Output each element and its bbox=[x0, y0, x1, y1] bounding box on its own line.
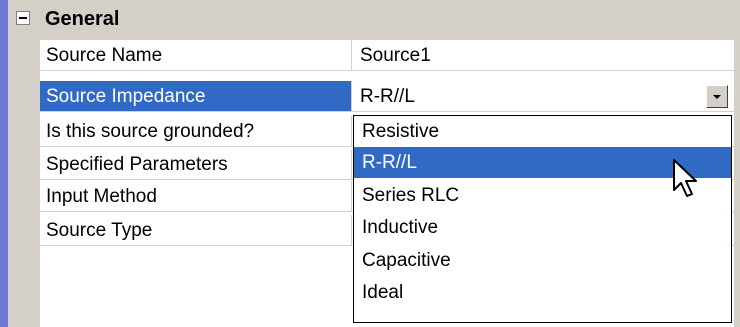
property-name[interactable]: Source Name bbox=[40, 40, 352, 71]
category-header-general[interactable]: General bbox=[8, 0, 734, 40]
dropdown-option-resistive[interactable]: Resistive bbox=[354, 116, 731, 147]
dropdown-option-capacitive[interactable]: Capacitive bbox=[354, 245, 731, 276]
grid-right-border bbox=[734, 0, 740, 327]
dropdown-option-inductive[interactable]: Inductive bbox=[354, 212, 731, 243]
impedance-dropdown-list[interactable]: Resistive R-R//L Series RLC Inductive Ca… bbox=[353, 115, 732, 323]
property-name[interactable]: Is this source grounded? bbox=[40, 116, 352, 147]
dropdown-option-ideal[interactable]: Ideal bbox=[354, 277, 731, 308]
property-name[interactable]: Source Impedance bbox=[40, 81, 352, 112]
property-name[interactable]: Input Method bbox=[40, 181, 352, 212]
property-row-source-name[interactable]: Source Name Source1 bbox=[40, 40, 734, 71]
property-name[interactable]: Source Type bbox=[40, 215, 352, 246]
grid-gutter bbox=[8, 0, 40, 327]
category-label: General bbox=[45, 8, 120, 30]
mouse-pointer-icon bbox=[673, 159, 697, 197]
chevron-down-icon[interactable] bbox=[706, 85, 728, 108]
minus-box-icon[interactable] bbox=[16, 11, 30, 25]
property-value[interactable]: Source1 bbox=[352, 40, 734, 71]
property-value: R-R//L bbox=[360, 86, 415, 107]
window-edge bbox=[0, 0, 8, 327]
property-value-combobox[interactable]: R-R//L bbox=[352, 81, 734, 112]
property-name[interactable]: Specified Parameters bbox=[40, 149, 352, 180]
property-row-source-impedance[interactable]: Source Impedance R-R//L bbox=[40, 81, 734, 112]
